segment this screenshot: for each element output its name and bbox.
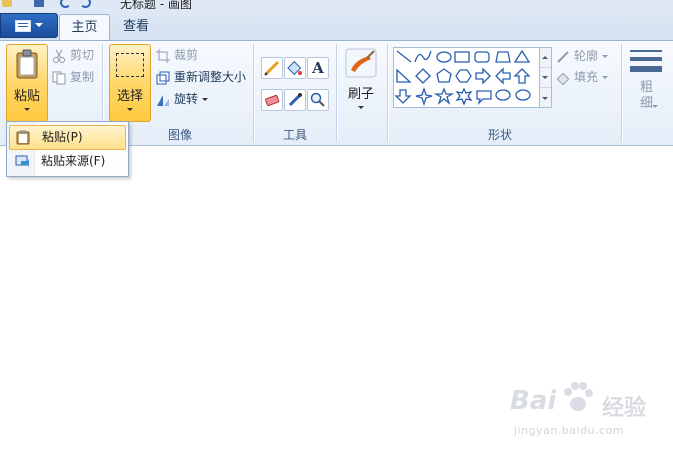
brushes-label: 刷子 [347, 87, 374, 102]
fill-button[interactable]: 填充 [556, 67, 609, 87]
baidu-watermark: Bai 经验 jingyan.baidu.com [510, 380, 670, 450]
copy-button[interactable]: 复制 [52, 67, 94, 87]
chevron-down-icon [542, 97, 548, 100]
app-icon [2, 0, 12, 7]
title-bar: 无标题 - 画图 [0, 0, 673, 10]
scissors-icon [53, 49, 65, 63]
eraser-icon [265, 94, 280, 107]
image-group-label: 图像 [167, 128, 192, 142]
chevron-down-icon [602, 55, 609, 58]
menu-item-paste-from[interactable]: 粘贴来源(F) [9, 150, 126, 173]
text-icon: A [312, 59, 324, 77]
resize-label: 重新调整大小 [174, 70, 247, 84]
crop-label: 裁剪 [174, 48, 199, 62]
group-divider [253, 44, 254, 142]
magnifier-tool[interactable] [307, 89, 329, 111]
eyedropper-icon [288, 93, 302, 107]
watermark-brand: Bai [510, 386, 557, 416]
select-button[interactable]: 选择 [109, 44, 151, 122]
crop-icon [156, 48, 170, 63]
chevron-down-icon [652, 105, 658, 108]
menu-item-paste[interactable]: 粘贴(P) [9, 125, 126, 150]
scroll-up-button[interactable] [540, 48, 551, 68]
size-line-thin [630, 50, 662, 52]
group-divider [336, 44, 337, 142]
fill-label: 填充 [574, 70, 599, 84]
cut-button[interactable]: 剪切 [52, 45, 94, 65]
select-label: 选择 [116, 89, 143, 104]
size-line-medium [630, 57, 662, 61]
selection-icon [116, 53, 144, 77]
brush-icon [345, 48, 377, 78]
menu-item-paste-label: 粘贴(P) [42, 130, 83, 144]
paint-menu-button[interactable] [0, 13, 58, 38]
rotate-button[interactable]: 旋转 [156, 89, 209, 109]
tab-home[interactable]: 主页 [59, 14, 110, 41]
group-divider [621, 44, 622, 142]
chevron-down-icon [24, 108, 30, 111]
size-line-thick [630, 66, 662, 72]
paste-dropdown-menu: 粘贴(P) 粘贴来源(F) [6, 121, 129, 177]
menu-item-paste-from-label: 粘贴来源(F) [41, 154, 106, 168]
rotate-label: 旋转 [174, 92, 199, 106]
size-button[interactable]: 粗细 [628, 46, 666, 120]
paw-icon [564, 382, 593, 411]
watermark-url: jingyan.baidu.com [514, 424, 625, 437]
shapes-expand-button[interactable] [540, 88, 551, 107]
fill-tool[interactable] [284, 57, 306, 79]
outline-icon [557, 50, 569, 63]
chevron-down-icon [358, 106, 364, 109]
paste-from-icon [15, 155, 29, 167]
chevron-down-icon [542, 76, 548, 79]
save-icon[interactable] [34, 0, 44, 7]
tools-group-label: 工具 [282, 128, 307, 142]
crop-button[interactable]: 裁剪 [156, 45, 198, 65]
chevron-down-icon [602, 76, 609, 79]
outline-button[interactable]: 轮廓 [556, 46, 609, 66]
menu-icon [15, 20, 31, 32]
clipboard-icon [16, 130, 30, 145]
group-divider [387, 44, 388, 142]
resize-icon [156, 71, 170, 84]
redo-icon[interactable] [80, 0, 91, 8]
fill-bucket-icon [556, 72, 570, 85]
chevron-up-icon [542, 56, 548, 59]
paint-bucket-icon [287, 60, 302, 76]
copy-label: 复制 [70, 70, 95, 84]
watermark-brand-cn: 经验 [602, 396, 647, 421]
shapes-icons [394, 49, 531, 107]
shapes-group-label: 形状 [487, 128, 512, 142]
cut-label: 剪切 [70, 48, 95, 62]
color-picker-tool[interactable] [284, 89, 306, 111]
copy-icon [52, 71, 66, 84]
chevron-down-icon [127, 108, 133, 111]
pencil-tool[interactable] [261, 57, 283, 79]
paste-label: 粘贴 [13, 89, 40, 104]
shapes-scroll[interactable] [539, 47, 552, 108]
window-title: 无标题 - 画图 [120, 0, 192, 10]
pencil-icon [264, 60, 280, 76]
chevron-down-icon [35, 23, 43, 27]
scroll-down-button[interactable] [540, 68, 551, 88]
clipboard-icon [16, 49, 38, 79]
chevron-down-icon [202, 98, 209, 101]
eraser-tool[interactable] [261, 89, 283, 111]
resize-button[interactable]: 重新调整大小 [156, 67, 246, 87]
magnifier-icon [310, 92, 325, 107]
paste-button[interactable]: 粘贴 [6, 44, 48, 122]
brushes-button[interactable]: 刷子 [342, 46, 380, 120]
shapes-gallery [393, 47, 544, 108]
tab-view[interactable]: 查看 [111, 14, 161, 40]
undo-icon[interactable] [60, 0, 71, 8]
rotate-icon [157, 94, 169, 106]
text-tool[interactable]: A [307, 57, 329, 79]
outline-label: 轮廓 [574, 49, 599, 63]
